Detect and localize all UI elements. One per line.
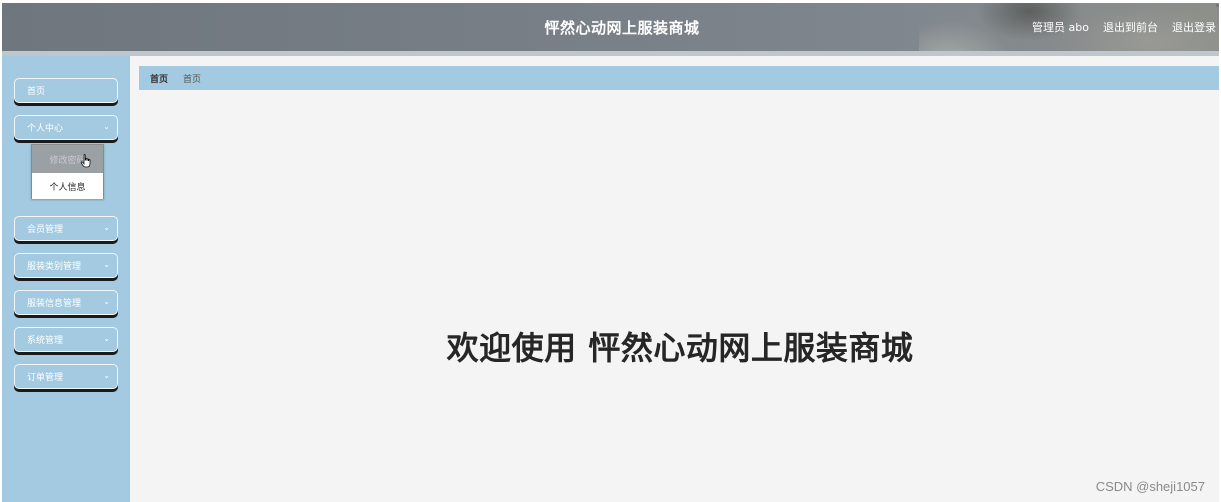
admin-user-link[interactable]: 管理员 abo	[1032, 19, 1089, 35]
header-links: 管理员 abo 退出到前台 退出登录	[1032, 19, 1216, 35]
sidebar-item-label: 服装信息管理	[27, 299, 82, 309]
chevron-down-icon: ⌄	[103, 297, 110, 306]
chevron-down-icon: ⌄	[103, 260, 110, 269]
corner-mark	[1216, 4, 1219, 7]
breadcrumb: 首页 首页	[139, 66, 1219, 90]
sidebar-item-label: 订单管理	[27, 373, 64, 383]
submenu-item-personal-info[interactable]: 个人信息	[32, 173, 103, 199]
submenu-item-change-password[interactable]: 修改密码	[32, 145, 103, 173]
sidebar: 首页 个人中心 ⌄ 会员管理 ⌄ 服装类别管理 ⌄ 服装信息管理 ⌄ 系统管理 …	[2, 56, 130, 502]
sidebar-item-label: 服装类别管理	[27, 262, 82, 272]
sidebar-item-label: 个人中心	[27, 124, 64, 134]
sidebar-item-member-management[interactable]: 会员管理 ⌄	[14, 216, 118, 241]
sidebar-item-system-management[interactable]: 系统管理 ⌄	[14, 327, 118, 352]
sidebar-item-label: 系统管理	[27, 336, 64, 346]
sidebar-item-home[interactable]: 首页	[14, 78, 118, 103]
breadcrumb-home-link[interactable]: 首页	[150, 72, 168, 85]
submenu-item-label: 个人信息	[49, 182, 86, 193]
sidebar-item-personal-center[interactable]: 个人中心 ⌄	[14, 115, 118, 140]
logout-link[interactable]: 退出登录	[1172, 19, 1216, 35]
hand-cursor-icon	[80, 154, 91, 168]
exit-to-frontend-link[interactable]: 退出到前台	[1103, 19, 1158, 35]
personal-center-submenu: 修改密码 个人信息	[31, 144, 104, 199]
header-divider	[2, 51, 1219, 56]
sidebar-item-label: 首页	[27, 87, 46, 97]
welcome-heading: 欢迎使用 怦然心动网上服装商城	[446, 329, 914, 367]
sidebar-item-order-management[interactable]: 订单管理 ⌄	[14, 364, 118, 389]
top-header: 怦然心动网上服装商城 管理员 abo 退出到前台 退出登录	[2, 3, 1219, 51]
chevron-down-icon: ⌄	[103, 334, 110, 343]
chevron-down-icon: ⌄	[103, 223, 110, 232]
chevron-down-icon: ⌄	[103, 122, 110, 131]
app-frame: 怦然心动网上服装商城 管理员 abo 退出到前台 退出登录 首页 个人中心 ⌄ …	[2, 3, 1219, 502]
sidebar-item-clothing-category[interactable]: 服装类别管理 ⌄	[14, 253, 118, 278]
watermark-text: CSDN @sheji1057	[1095, 479, 1205, 494]
sidebar-item-clothing-info[interactable]: 服装信息管理 ⌄	[14, 290, 118, 315]
chevron-down-icon: ⌄	[103, 371, 110, 380]
sidebar-item-label: 会员管理	[27, 225, 64, 235]
breadcrumb-current: 首页	[183, 74, 202, 85]
